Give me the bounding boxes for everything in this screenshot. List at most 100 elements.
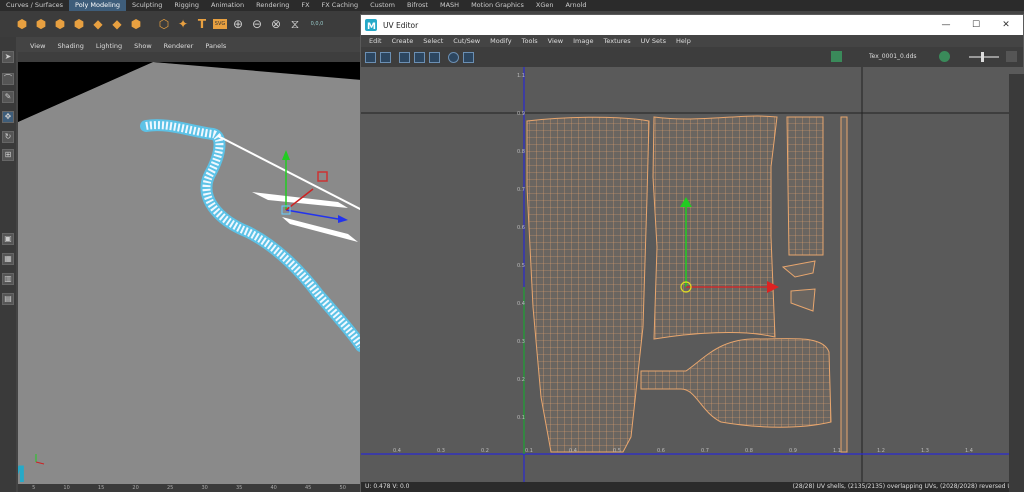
- poly-cylinder-icon[interactable]: ⬢: [52, 16, 68, 32]
- texture-name[interactable]: Tex_0001_0.dds: [869, 53, 917, 60]
- separate-icon[interactable]: ⊖: [249, 16, 265, 32]
- uv-shell-large-left: [526, 116, 650, 453]
- tool-box: ➤ ⌒ ✎ ✥ ↻ ⊞ ▣ ▦ ▥ ▤: [0, 37, 16, 492]
- uv-menu-textures[interactable]: Textures: [598, 37, 635, 45]
- viewport-toolbar: [18, 52, 362, 62]
- scale-icon[interactable]: ⊞: [2, 149, 14, 161]
- uv-axis-label: 1.2: [877, 448, 885, 454]
- uv-axis-label: 0.2: [517, 377, 525, 383]
- time-ruler-tick: 35: [235, 485, 243, 491]
- uv-axis-label: 1.4: [965, 448, 973, 454]
- shelf-tab-curves-surfaces[interactable]: Curves / Surfaces: [0, 0, 69, 11]
- time-ruler-tick: 30: [201, 485, 208, 491]
- poly-cube-icon[interactable]: ⬢: [33, 16, 49, 32]
- viewport-scene[interactable]: M: [18, 62, 362, 492]
- shelf-tab-animation[interactable]: Animation: [205, 0, 250, 11]
- exposure-slider[interactable]: [969, 56, 999, 58]
- perspective-viewport[interactable]: ViewShadingLightingShowRendererPanels M: [18, 40, 362, 492]
- shelf-tab-rendering[interactable]: Rendering: [250, 0, 295, 11]
- shelf-tab-sculpting[interactable]: Sculpting: [126, 0, 168, 11]
- checker-icon[interactable]: [448, 51, 459, 63]
- uv-editor-window: M UV Editor — ☐ ✕ Edit Create Select Cut/Se…: [360, 14, 1024, 492]
- viewport-menu: View Shading Lighting Show Renderer Panels: [18, 40, 362, 52]
- shelf-tab-fx-caching[interactable]: FX Caching: [316, 0, 365, 11]
- uv-axis-label: 1.1: [833, 448, 841, 454]
- viewport-menu-view[interactable]: View: [24, 42, 51, 50]
- layout-single-icon[interactable]: ▣: [2, 233, 14, 245]
- shelf-tabs: Curves / Surfaces Poly Modeling Sculpting R…: [0, 0, 1024, 11]
- layout-four-icon[interactable]: ▦: [2, 253, 14, 265]
- uv-menu-cut-sew[interactable]: Cut/Sew: [448, 37, 485, 45]
- shelf-tab-rigging[interactable]: Rigging: [168, 0, 205, 11]
- uv-menu-create[interactable]: Create: [387, 37, 419, 45]
- mirror-icon[interactable]: ⧖: [287, 16, 303, 32]
- uv-menu-edit[interactable]: Edit: [364, 37, 387, 45]
- shelf-tab-fx[interactable]: FX: [295, 0, 315, 11]
- paint-select-icon[interactable]: ✎: [2, 91, 14, 103]
- uv-editor-title: UV Editor: [383, 20, 419, 30]
- uv-shell-stats: (28/28) UV shells, (2135/2135) overlappi…: [792, 483, 1019, 490]
- poly-plane-icon[interactable]: ◆: [109, 16, 125, 32]
- gamma-icon[interactable]: [1006, 51, 1017, 62]
- shelf-tab-poly-modeling[interactable]: Poly Modeling: [69, 0, 126, 11]
- svg-tool-icon[interactable]: SVG: [213, 19, 227, 29]
- filter-icon[interactable]: [429, 51, 440, 63]
- dim-image-icon[interactable]: [414, 51, 425, 63]
- poly-cone-icon[interactable]: ⬢: [71, 16, 87, 32]
- shelf-tab-mash[interactable]: MASH: [434, 0, 465, 11]
- uv-axis-label: 1.3: [921, 448, 929, 454]
- viewport-menu-panels[interactable]: Panels: [199, 42, 232, 50]
- minimize-icon[interactable]: —: [931, 15, 961, 35]
- exposure-slider-handle[interactable]: [981, 52, 984, 62]
- time-ruler-tick: 5: [32, 485, 36, 491]
- shaded-toggle-icon[interactable]: [380, 51, 391, 63]
- viewport-menu-lighting[interactable]: Lighting: [90, 42, 128, 50]
- shelf-tab-bifrost[interactable]: Bifrost: [401, 0, 434, 11]
- uv-menu-select[interactable]: Select: [418, 37, 448, 45]
- viewport-menu-renderer[interactable]: Renderer: [158, 42, 200, 50]
- close-icon[interactable]: ✕: [991, 15, 1021, 35]
- uv-menu-modify[interactable]: Modify: [485, 37, 517, 45]
- uv-menu-uv-sets[interactable]: UV Sets: [636, 37, 671, 45]
- shelf-tab-xgen[interactable]: XGen: [530, 0, 560, 11]
- viewport-menu-shading[interactable]: Shading: [51, 42, 89, 50]
- viewport-menu-show[interactable]: Show: [128, 42, 158, 50]
- poly-torus-icon[interactable]: ◆: [90, 16, 106, 32]
- layout-two-icon[interactable]: ▥: [2, 273, 14, 285]
- time-ruler-tick: 25: [166, 485, 174, 491]
- shelf-tab-arnold[interactable]: Arnold: [559, 0, 592, 11]
- uv-axis-label: 0.8: [517, 149, 525, 155]
- uv-editor-titlebar[interactable]: M UV Editor — ☐ ✕: [361, 15, 1023, 35]
- superellipse-icon[interactable]: ✦: [175, 16, 191, 32]
- lasso-icon[interactable]: ⌒: [2, 73, 14, 85]
- text-tool-icon[interactable]: T: [194, 16, 210, 32]
- uv-menu-help[interactable]: Help: [671, 37, 696, 45]
- snapshot-icon[interactable]: [463, 51, 474, 63]
- poly-disc-icon[interactable]: ⬢: [128, 16, 144, 32]
- exposure-icon[interactable]: [939, 51, 950, 62]
- counter-icon: 0,0,0: [310, 21, 324, 27]
- poly-sphere-icon[interactable]: ⬢: [14, 16, 30, 32]
- select-arrow-icon[interactable]: ➤: [2, 51, 14, 63]
- combine-icon[interactable]: ⊕: [230, 16, 246, 32]
- rotate-icon[interactable]: ↻: [2, 131, 14, 143]
- uv-menu-image[interactable]: Image: [568, 37, 598, 45]
- platonic-icon[interactable]: ⬡: [156, 16, 172, 32]
- attribute-editor-strip[interactable]: [1009, 74, 1024, 492]
- uv-axis-label: 0.3: [437, 448, 445, 454]
- grid-toggle-icon[interactable]: [365, 51, 376, 63]
- uv-canvas[interactable]: 1.1 0.9 0.8 0.7 0.6 0.5 0.4 0.3 0.2 0.1 0.4 0.3 0.2…: [361, 67, 1023, 482]
- uv-menu-view[interactable]: View: [543, 37, 568, 45]
- shelf-tab-custom[interactable]: Custom: [364, 0, 401, 11]
- maximize-icon[interactable]: ☐: [961, 15, 991, 35]
- move-icon[interactable]: ✥: [2, 111, 14, 123]
- time-ruler[interactable]: 5 10 15 20 25 30 35 40 45 50: [18, 484, 360, 492]
- layout-outliner-icon[interactable]: ▤: [2, 293, 14, 305]
- shelf-tab-motion-graphics[interactable]: Motion Graphics: [465, 0, 530, 11]
- time-ruler-tick: 20: [132, 485, 139, 491]
- uv-menu-tools[interactable]: Tools: [517, 37, 543, 45]
- uv-axis-label: 1.1: [517, 73, 525, 79]
- boolean-icon[interactable]: ⊗: [268, 16, 284, 32]
- texture-icon[interactable]: [831, 51, 842, 62]
- image-display-icon[interactable]: [399, 51, 410, 63]
